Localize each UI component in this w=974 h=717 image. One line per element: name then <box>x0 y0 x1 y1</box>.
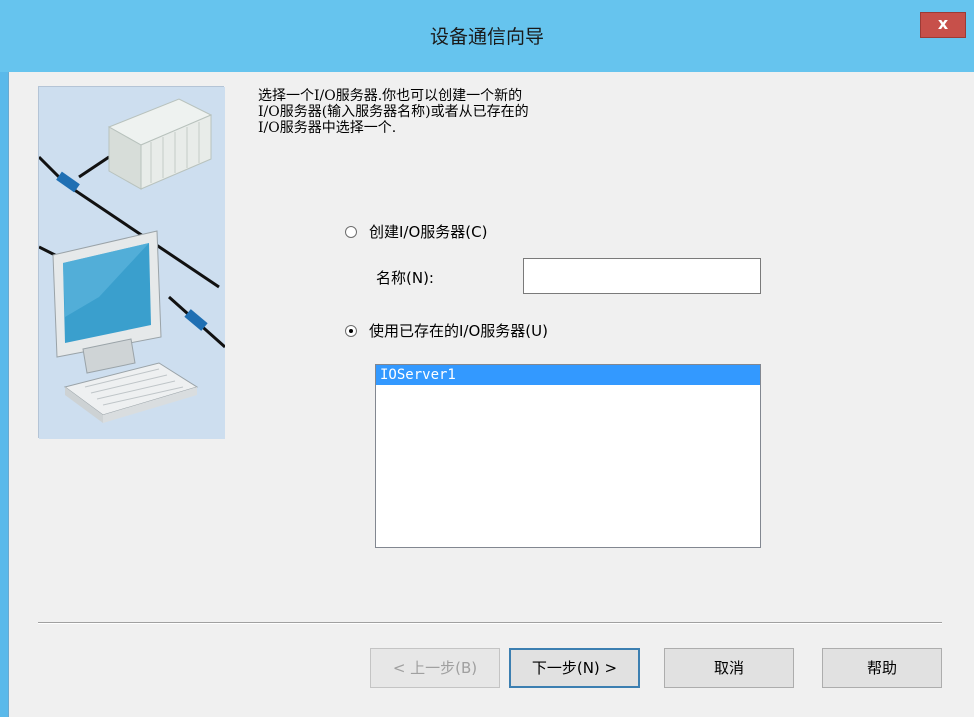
create-server-option[interactable]: 创建I/O服务器(C) <box>345 221 487 242</box>
server-name-input[interactable] <box>523 258 761 294</box>
title-bar[interactable]: 设备通信向导 x <box>0 0 974 72</box>
window-title: 设备通信向导 <box>429 26 544 48</box>
server-listbox[interactable]: IOServer1 <box>375 364 761 548</box>
close-button[interactable]: x <box>920 12 966 38</box>
wizard-window: 设备通信向导 x 选择一个I/O服务器.你也可以创建一个新的 I/O服务器(输入… <box>0 0 974 717</box>
next-button[interactable]: 下一步(N) > <box>509 648 640 688</box>
instruction-line: I/O服务器(输入服务器名称)或者从已存在的 <box>258 104 529 120</box>
button-separator <box>38 622 942 624</box>
help-button[interactable]: 帮助 <box>822 648 942 688</box>
name-label: 名称(N): <box>376 269 434 287</box>
instruction-line: 选择一个I/O服务器.你也可以创建一个新的 <box>258 88 523 104</box>
wizard-illustration <box>37 86 226 439</box>
existing-server-label: 使用已存在的I/O服务器(U) <box>369 322 548 340</box>
existing-server-option[interactable]: 使用已存在的I/O服务器(U) <box>345 320 548 341</box>
back-button[interactable]: < 上一步(B) <box>370 648 500 688</box>
create-server-label: 创建I/O服务器(C) <box>369 223 488 241</box>
list-item[interactable]: IOServer1 <box>376 365 760 385</box>
create-server-radio[interactable] <box>345 225 357 238</box>
instruction-text: 选择一个I/O服务器.你也可以创建一个新的 I/O服务器(输入服务器名称)或者从… <box>258 88 678 136</box>
instruction-line: I/O服务器中选择一个. <box>258 120 397 136</box>
cancel-button[interactable]: 取消 <box>664 648 794 688</box>
network-illustration-icon <box>37 87 226 439</box>
existing-server-radio[interactable] <box>345 324 357 337</box>
